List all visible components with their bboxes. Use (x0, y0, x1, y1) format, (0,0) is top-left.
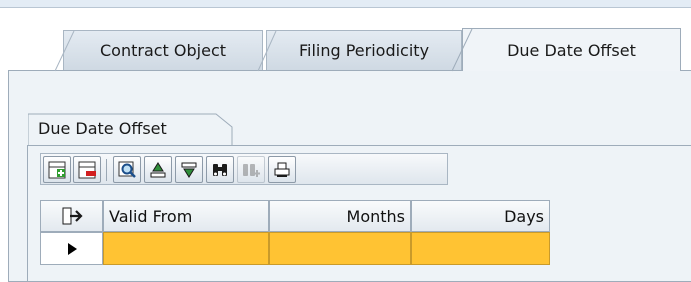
find-next-button[interactable] (237, 156, 265, 183)
insert-row-icon (48, 161, 66, 178)
group-box-title: Due Date Offset (28, 113, 233, 146)
delete-row-icon (78, 161, 96, 178)
tab-slants (54, 28, 473, 72)
insert-row-button[interactable] (43, 156, 71, 183)
days-cell[interactable] (411, 232, 550, 265)
column-header-label: Days (504, 206, 544, 226)
table-toolbar (40, 153, 448, 185)
binoculars-icon (213, 163, 227, 176)
sort-ascending-icon (150, 161, 166, 177)
months-cell[interactable] (269, 232, 411, 265)
column-header-label: Months (346, 206, 405, 226)
group-title-label: Due Date Offset (38, 119, 167, 138)
column-header-months[interactable]: Months (269, 200, 411, 232)
sort-descending-button[interactable] (175, 156, 203, 183)
column-header-days[interactable]: Days (411, 200, 550, 232)
select-all-header[interactable] (40, 200, 103, 232)
print-button[interactable] (268, 156, 296, 183)
sort-descending-icon (181, 162, 197, 178)
column-header-valid-from[interactable]: Valid From (103, 200, 269, 232)
printer-icon (274, 162, 290, 177)
column-select-icon (62, 207, 83, 225)
row-pointer-icon (67, 242, 77, 255)
row-selector[interactable] (40, 232, 103, 265)
column-header-label: Valid From (109, 206, 193, 226)
details-button[interactable] (113, 156, 141, 183)
valid-from-cell[interactable] (103, 232, 269, 265)
binoculars-plus-icon (243, 163, 260, 177)
delete-row-button[interactable] (73, 156, 101, 183)
toolbar-separator (106, 159, 107, 181)
find-button[interactable] (206, 156, 234, 183)
magnifier-icon (118, 161, 136, 178)
sort-ascending-button[interactable] (144, 156, 172, 183)
